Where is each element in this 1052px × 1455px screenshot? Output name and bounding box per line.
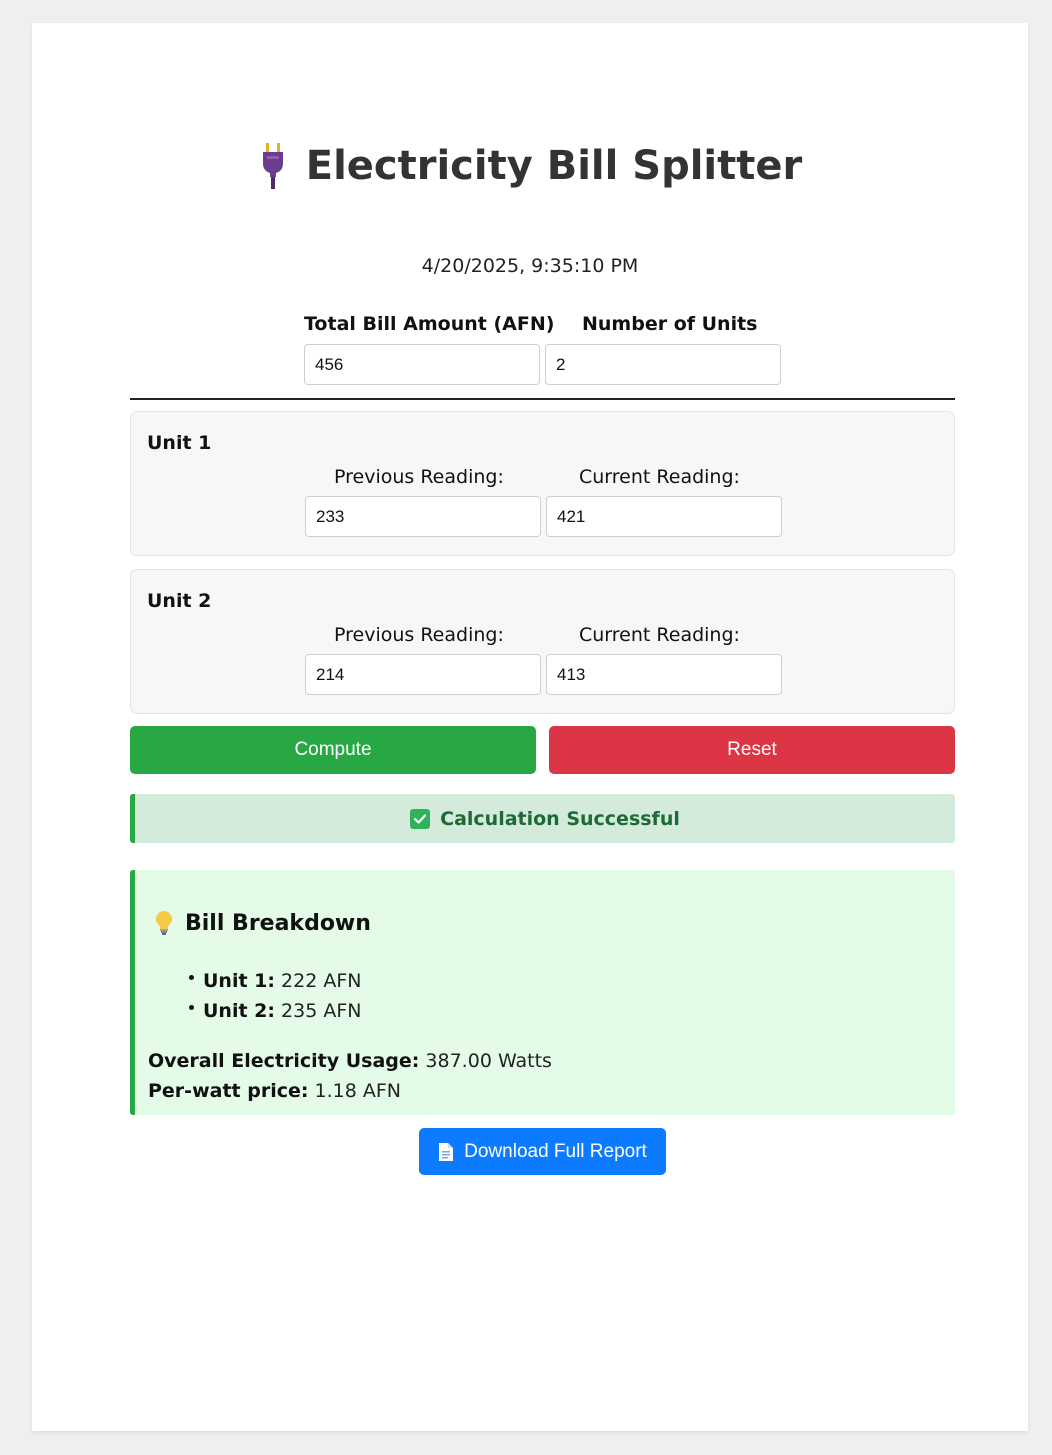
previous-reading-label: Previous Reading:: [334, 624, 504, 646]
breakdown-heading: Bill Breakdown: [155, 910, 371, 936]
check-box-icon: [410, 808, 431, 829]
app-title: Electricity Bill Splitter: [305, 143, 803, 189]
number-of-units-label: Number of Units: [582, 313, 758, 335]
status-message: Calculation Successful: [440, 807, 680, 830]
download-label: Download Full Report: [464, 1140, 647, 1162]
list-item: Unit 2: 235 AFN: [187, 996, 361, 1026]
item-value: 235 AFN: [281, 1000, 362, 1022]
document-icon: [439, 1142, 454, 1161]
unit-2-previous-reading-input[interactable]: [305, 654, 541, 695]
light-bulb-icon: [156, 911, 172, 935]
list-item: Unit 1: 222 AFN: [187, 966, 361, 996]
reset-button[interactable]: Reset: [549, 726, 955, 774]
success-alert: Calculation Successful: [130, 794, 955, 843]
price-line: Per-watt price: 1.18 AFN: [148, 1076, 552, 1106]
previous-reading-label: Previous Reading:: [334, 466, 504, 488]
total-bill-input[interactable]: [304, 344, 540, 385]
item-label: Unit 1:: [203, 970, 275, 992]
compute-button[interactable]: Compute: [130, 726, 536, 774]
item-value: 222 AFN: [281, 970, 362, 992]
item-label: Unit 2:: [203, 1000, 275, 1022]
section-divider: [130, 398, 955, 400]
total-bill-label: Total Bill Amount (AFN): [304, 313, 555, 335]
breakdown-list: Unit 1: 222 AFN Unit 2: 235 AFN: [187, 966, 361, 1026]
usage-line: Overall Electricity Usage: 387.00 Watts: [148, 1046, 552, 1076]
unit-1-current-reading-input[interactable]: [546, 496, 782, 537]
download-report-button[interactable]: Download Full Report: [419, 1128, 666, 1175]
unit-title: Unit 2: [147, 590, 212, 612]
usage-label: Overall Electricity Usage:: [148, 1050, 420, 1072]
breakdown-summary: Overall Electricity Usage: 387.00 Watts …: [148, 1046, 552, 1106]
bill-breakdown-panel: Bill Breakdown Unit 1: 222 AFN Unit 2: 2…: [130, 870, 955, 1115]
unit-card-1: Unit 1 Previous Reading: Current Reading…: [130, 411, 955, 556]
current-reading-label: Current Reading:: [579, 466, 740, 488]
electric-plug-icon: [262, 143, 283, 189]
unit-1-previous-reading-input[interactable]: [305, 496, 541, 537]
timestamp: 4/20/2025, 9:35:10 PM: [421, 255, 639, 277]
page-container: Electricity Bill Splitter 4/20/2025, 9:3…: [32, 23, 1028, 1431]
unit-title: Unit 1: [147, 432, 212, 454]
unit-2-current-reading-input[interactable]: [546, 654, 782, 695]
current-reading-label: Current Reading:: [579, 624, 740, 646]
number-of-units-input[interactable]: [545, 344, 781, 385]
page-title: Electricity Bill Splitter: [32, 143, 1028, 189]
breakdown-title: Bill Breakdown: [185, 910, 371, 936]
price-value: 1.18 AFN: [314, 1080, 401, 1102]
unit-card-2: Unit 2 Previous Reading: Current Reading…: [130, 569, 955, 714]
price-label: Per-watt price:: [148, 1080, 309, 1102]
usage-value: 387.00 Watts: [425, 1050, 552, 1072]
